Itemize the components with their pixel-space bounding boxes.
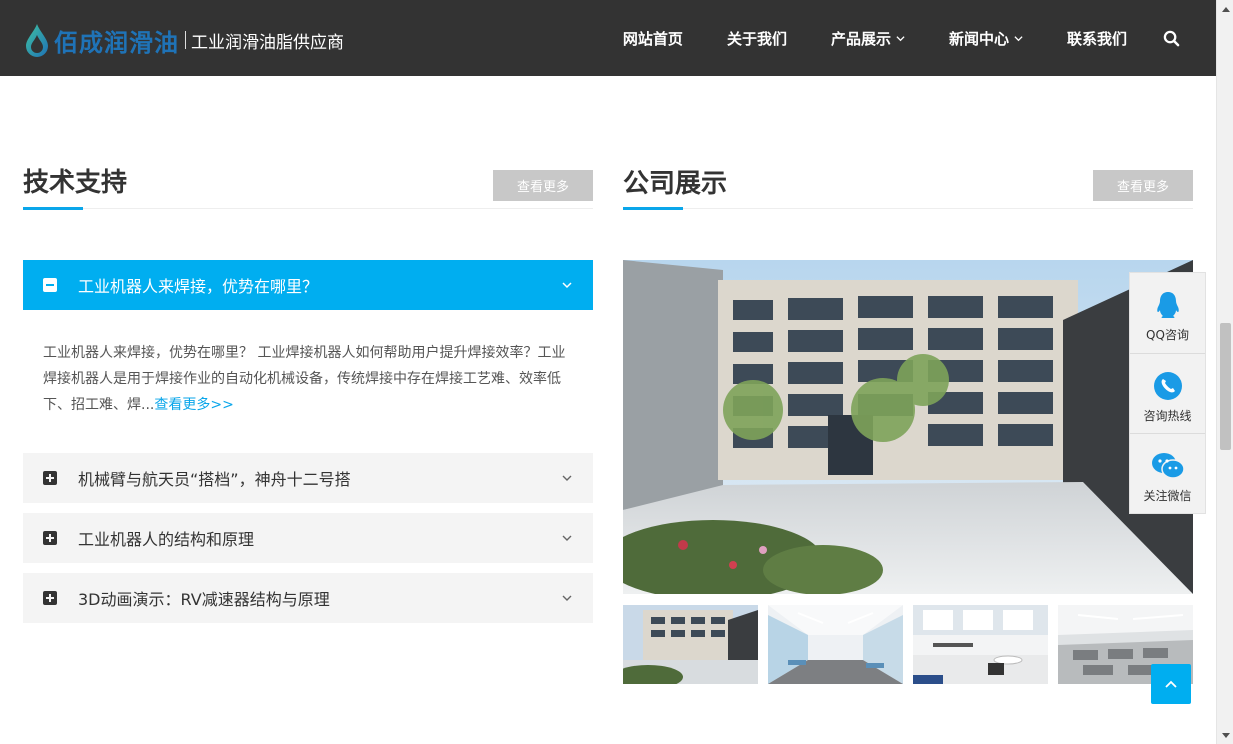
tech-section-title: 技术支持 [23, 168, 128, 198]
nav-item-contact[interactable]: 联系我们 [1067, 28, 1127, 49]
float-item-label: 关注微信 [1143, 489, 1192, 503]
logo[interactable]: 佰成润滑油 工业润滑油脂供应商 [24, 20, 344, 60]
company-main-photo[interactable] [623, 260, 1193, 594]
chevron-down-icon [896, 35, 905, 41]
nav-item-label: 网站首页 [622, 29, 683, 48]
accordion-item-title: 机械臂与航天员“搭档”，神舟十二号搭 [78, 470, 351, 489]
qq-icon [1156, 292, 1179, 318]
search-icon[interactable] [1163, 30, 1180, 47]
accordion-item[interactable]: 机械臂与航天员“搭档”，神舟十二号搭 [23, 453, 593, 503]
float-wechat-button[interactable]: 关注微信 [1130, 434, 1205, 514]
company-thumbnail[interactable] [623, 605, 758, 684]
scroll-up-arrow-icon[interactable] [1217, 0, 1233, 17]
company-section-title: 公司展示 [623, 169, 728, 199]
logo-separator [185, 31, 186, 49]
nav-item-label: 联系我们 [1066, 29, 1127, 48]
company-section-accent [623, 207, 683, 210]
company-thumbnail[interactable] [913, 605, 1048, 684]
float-qq-button[interactable]: QQ咨询 [1130, 273, 1205, 353]
accordion-item[interactable]: 3D动画演示：RV减速器结构与原理 [23, 573, 593, 623]
nav-item-label: 关于我们 [726, 29, 787, 48]
accordion-item-active[interactable]: 工业机器人来焊接，优势在哪里？ [23, 260, 593, 310]
tech-more-button[interactable]: 查看更多 [493, 170, 593, 201]
chevron-down-icon [562, 475, 572, 481]
company-more-button[interactable]: 查看更多 [1093, 170, 1193, 201]
wechat-icon [1151, 453, 1185, 479]
float-item-label: 咨询热线 [1143, 409, 1192, 423]
company-section-divider [623, 208, 1193, 209]
scrollbar-thumb[interactable] [1220, 323, 1231, 450]
float-item-label: QQ咨询 [1146, 328, 1189, 342]
nav-item-about[interactable]: 关于我们 [727, 28, 787, 49]
nav-item-products[interactable]: 产品展示 [831, 28, 905, 49]
main-nav: 网站首页 关于我们 产品展示 新闻中心 联系我们 [579, 0, 1180, 76]
plus-square-icon [43, 471, 57, 485]
nav-item-news[interactable]: 新闻中心 [949, 28, 1023, 49]
chevron-up-icon [1165, 680, 1177, 688]
plus-square-icon [43, 591, 57, 605]
tech-section-accent [23, 207, 83, 210]
tech-section-divider [23, 208, 593, 209]
accordion-item[interactable]: 工业机器人的结构和原理 [23, 513, 593, 563]
plus-square-icon [43, 531, 57, 545]
minus-square-icon [43, 278, 57, 292]
nav-item-label: 新闻中心 [948, 29, 1009, 48]
nav-item-home[interactable]: 网站首页 [623, 28, 683, 49]
nav-item-label: 产品展示 [830, 29, 891, 48]
chevron-down-icon [562, 282, 572, 289]
site-header: 佰成润滑油 工业润滑油脂供应商 网站首页 关于我们 产品展示 新闻中心 联系我们 [0, 0, 1216, 76]
chevron-down-icon [1014, 35, 1023, 41]
back-to-top-button[interactable] [1151, 664, 1191, 704]
chevron-down-icon [562, 595, 572, 601]
oil-drop-logo-icon [26, 24, 48, 57]
accordion-item-title: 工业机器人来焊接，优势在哪里？ [78, 277, 319, 296]
logo-slogan: 工业润滑油脂供应商 [191, 32, 344, 53]
accordion-item-title: 3D动画演示：RV减速器结构与原理 [78, 590, 330, 609]
scroll-down-arrow-icon[interactable] [1217, 727, 1233, 744]
page: 佰成润滑油 工业润滑油脂供应商 网站首页 关于我们 产品展示 新闻中心 联系我们… [0, 0, 1233, 744]
accordion-body-text: 工业机器人来焊接，优势在哪里？ 工业焊接机器人如何帮助用户提升焊接效率？工业焊接… [43, 345, 566, 413]
float-hotline-button[interactable]: 咨询热线 [1130, 354, 1205, 434]
company-thumbnail[interactable] [768, 605, 903, 684]
float-contact-panel: QQ咨询 咨询热线 关注微信 [1129, 272, 1206, 514]
accordion-item-title: 工业机器人的结构和原理 [78, 530, 255, 549]
page-scrollbar[interactable] [1216, 0, 1233, 744]
read-more-link[interactable]: 查看更多>> [154, 397, 233, 413]
chevron-down-icon [562, 535, 572, 541]
phone-icon [1153, 372, 1182, 400]
accordion-item-body: 工业机器人来焊接，优势在哪里？ 工业焊接机器人如何帮助用户提升焊接效率？工业焊接… [43, 340, 573, 418]
logo-name: 佰成润滑油 [54, 28, 179, 57]
